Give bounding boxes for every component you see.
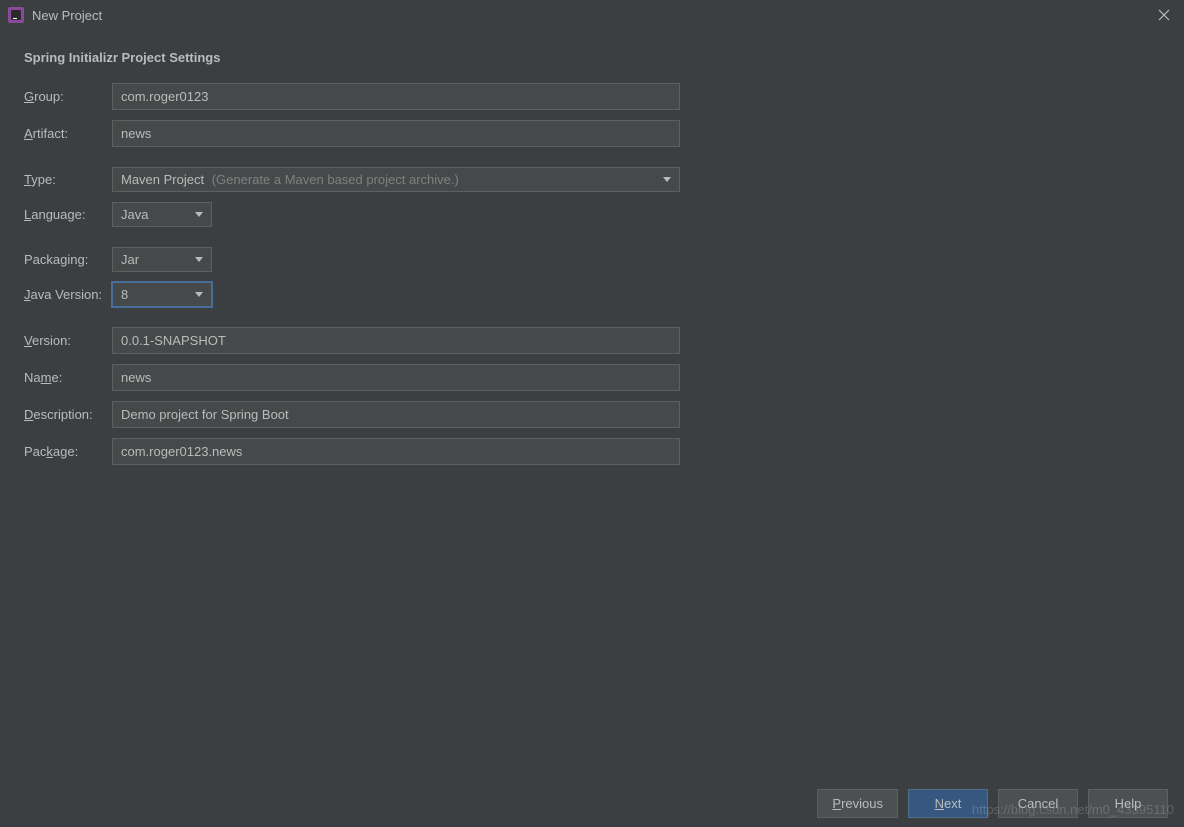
row-type: Type: Maven Project (Generate a Maven ba…	[24, 167, 1160, 192]
language-dropdown[interactable]: Java	[112, 202, 212, 227]
titlebar: New Project	[0, 0, 1184, 30]
label-package: Package:	[24, 444, 112, 459]
label-name: Name:	[24, 370, 112, 385]
row-artifact: Artifact:	[24, 120, 1160, 147]
help-button[interactable]: Help	[1088, 789, 1168, 818]
footer: Previous Next Cancel Help	[0, 779, 1184, 827]
packaging-value: Jar	[121, 252, 139, 267]
cancel-button[interactable]: Cancel	[998, 789, 1078, 818]
row-packaging: Packaging: Jar	[24, 247, 1160, 272]
row-java-version: Java Version: 8	[24, 282, 1160, 307]
row-description: Description:	[24, 401, 1160, 428]
type-hint: (Generate a Maven based project archive.…	[212, 172, 459, 187]
type-dropdown[interactable]: Maven Project (Generate a Maven based pr…	[112, 167, 680, 192]
close-icon	[1158, 9, 1170, 21]
language-value: Java	[121, 207, 148, 222]
row-name: Name:	[24, 364, 1160, 391]
app-icon	[8, 7, 24, 23]
row-language: Language: Java	[24, 202, 1160, 227]
name-input[interactable]	[112, 364, 680, 391]
label-language: Language:	[24, 207, 112, 222]
chevron-down-icon	[195, 212, 203, 217]
label-type: Type:	[24, 172, 112, 187]
type-value: Maven Project	[121, 172, 204, 187]
version-input[interactable]	[112, 327, 680, 354]
section-title: Spring Initializr Project Settings	[24, 50, 1160, 65]
label-group: Group:	[24, 89, 112, 104]
description-input[interactable]	[112, 401, 680, 428]
close-button[interactable]	[1152, 3, 1176, 27]
chevron-down-icon	[195, 292, 203, 297]
label-packaging: Packaging:	[24, 252, 112, 267]
window-title: New Project	[32, 8, 1152, 23]
previous-button[interactable]: Previous	[817, 789, 898, 818]
next-button[interactable]: Next	[908, 789, 988, 818]
row-group: Group:	[24, 83, 1160, 110]
label-java-version: Java Version:	[24, 287, 112, 302]
label-description: Description:	[24, 407, 112, 422]
label-version: Version:	[24, 333, 112, 348]
form-content: Spring Initializr Project Settings Group…	[0, 30, 1184, 495]
package-input[interactable]	[112, 438, 680, 465]
artifact-input[interactable]	[112, 120, 680, 147]
group-input[interactable]	[112, 83, 680, 110]
java-version-dropdown[interactable]: 8	[112, 282, 212, 307]
row-package: Package:	[24, 438, 1160, 465]
row-version: Version:	[24, 327, 1160, 354]
packaging-dropdown[interactable]: Jar	[112, 247, 212, 272]
chevron-down-icon	[663, 177, 671, 182]
label-artifact: Artifact:	[24, 126, 112, 141]
java-version-value: 8	[121, 287, 128, 302]
chevron-down-icon	[195, 257, 203, 262]
